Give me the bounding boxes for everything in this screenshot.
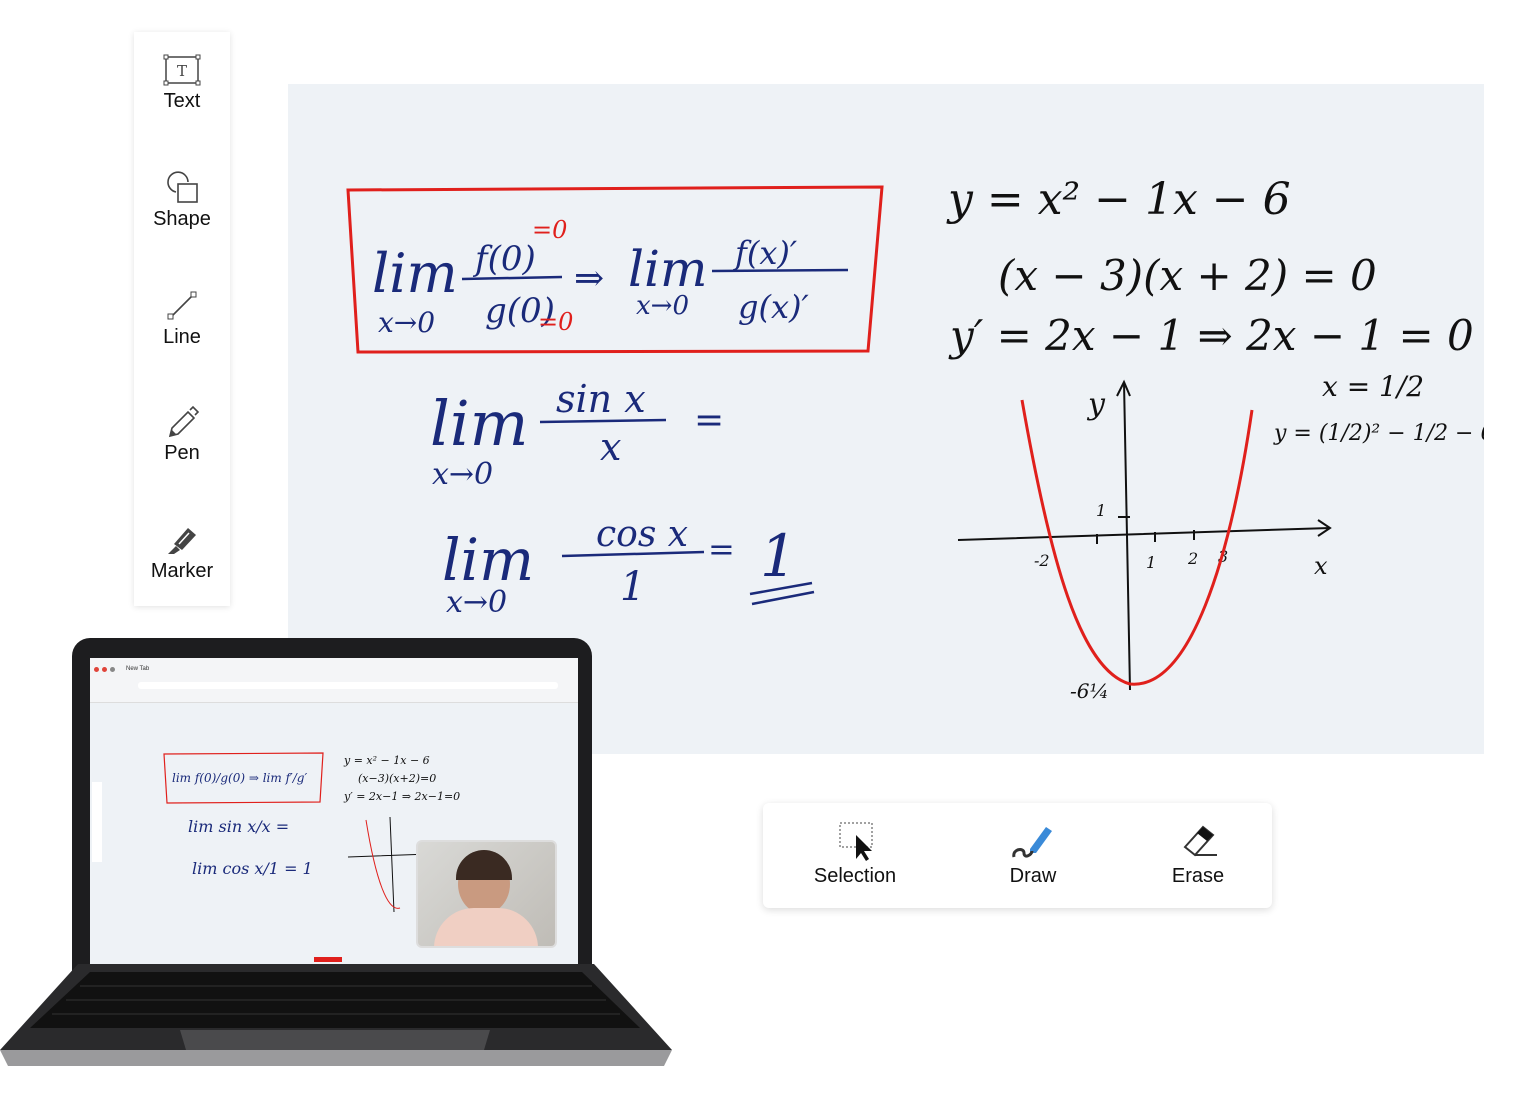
equation: y = x² − 1x − 6 bbox=[946, 174, 1291, 225]
equation: (x − 3)(x + 2) = 0 bbox=[998, 251, 1377, 300]
tool-label: Shape bbox=[153, 208, 211, 230]
numerator: f(0) bbox=[472, 239, 536, 279]
denominator: 1 bbox=[620, 564, 645, 610]
tick-label: 1 bbox=[1146, 553, 1156, 572]
svg-text:y′ = 2x−1 ⇒ 2x−1=0: y′ = 2x−1 ⇒ 2x−1=0 bbox=[343, 790, 460, 803]
tool-selection[interactable]: Selection bbox=[780, 821, 930, 888]
tool-marker[interactable]: Marker bbox=[134, 522, 230, 583]
tool-label: Text bbox=[163, 90, 201, 112]
text-box-icon: T bbox=[163, 54, 201, 86]
svg-text:lim cos x/1 = 1: lim cos x/1 = 1 bbox=[192, 859, 313, 878]
numerator: f(x)′ bbox=[733, 234, 798, 272]
draw-pen-icon bbox=[1012, 827, 1052, 858]
tool-line[interactable]: Line bbox=[134, 288, 230, 349]
browser-tab[interactable]: New Tab bbox=[126, 666, 149, 672]
selection-cursor-icon bbox=[839, 822, 873, 861]
denominator: x bbox=[600, 425, 621, 469]
left-toolbar: T Text Shape Line Pen Marker bbox=[134, 32, 230, 606]
lim-text: lim bbox=[628, 240, 707, 298]
lim-sub: x→0 bbox=[378, 306, 435, 339]
equation: y = (1/2)² − 1/2 − 6 bbox=[1273, 421, 1484, 446]
lim-text: lim bbox=[430, 387, 528, 460]
tool-label: Marker bbox=[150, 560, 214, 582]
annotation: =0 bbox=[538, 308, 573, 336]
lim-sub: x→0 bbox=[446, 585, 507, 620]
result: 1 bbox=[760, 522, 797, 590]
browser-chrome: New Tab bbox=[90, 658, 578, 703]
tool-shape[interactable]: Shape bbox=[134, 170, 230, 231]
bottom-toolbar: Selection Draw Erase bbox=[763, 803, 1272, 908]
tool-label: Selection bbox=[813, 865, 897, 887]
equation: x = 1/2 bbox=[1322, 370, 1424, 403]
tool-erase[interactable]: Erase bbox=[1123, 821, 1273, 888]
axis-label: x bbox=[1314, 552, 1328, 580]
tool-label: Erase bbox=[1171, 865, 1225, 887]
axis-label: y bbox=[1086, 387, 1106, 422]
tick-label: -2 bbox=[1034, 551, 1050, 570]
tick-label: -6¼ bbox=[1070, 679, 1109, 703]
tick-label: 2 bbox=[1187, 549, 1198, 568]
participant-shirt bbox=[434, 908, 538, 946]
implies-arrow: ⇒ bbox=[574, 258, 604, 299]
svg-text:lim f(0)/g(0) ⇒ lim f′/g′: lim f(0)/g(0) ⇒ lim f′/g′ bbox=[172, 771, 307, 785]
svg-text:y = x² − 1x − 6: y = x² − 1x − 6 bbox=[343, 754, 430, 767]
lim-sub: x→0 bbox=[432, 457, 493, 492]
svg-text:(x−3)(x+2)=0: (x−3)(x+2)=0 bbox=[358, 772, 436, 785]
annotation: =0 bbox=[532, 216, 567, 244]
tool-label: Pen bbox=[164, 442, 200, 464]
tool-draw[interactable]: Draw bbox=[958, 821, 1108, 888]
tool-pen[interactable]: Pen bbox=[134, 404, 230, 465]
denominator: g(x)′ bbox=[738, 288, 810, 326]
lim-text: lim bbox=[442, 526, 534, 594]
tool-label: Draw bbox=[1009, 865, 1057, 887]
tool-text[interactable]: T Text bbox=[134, 54, 230, 113]
lim-sub: x→0 bbox=[636, 291, 689, 321]
shape-icon bbox=[167, 171, 198, 203]
equals: = bbox=[694, 400, 724, 441]
numerator: cos x bbox=[596, 514, 688, 555]
lim-text: lim bbox=[372, 242, 458, 305]
equation: y′ = 2x − 1 ⇒ 2x − 1 = 0 bbox=[948, 311, 1474, 360]
numerator: sin x bbox=[556, 377, 646, 421]
address-bar[interactable] bbox=[138, 682, 558, 689]
marker-icon bbox=[168, 528, 196, 554]
eraser-icon bbox=[1183, 825, 1217, 857]
video-call-tile[interactable] bbox=[416, 840, 557, 948]
line-icon bbox=[167, 291, 197, 320]
parabola-curve bbox=[1020, 399, 1254, 686]
equals: = bbox=[708, 530, 735, 568]
tool-label: Line bbox=[163, 326, 201, 348]
svg-text:lim sin x/x =: lim sin x/x = bbox=[188, 817, 289, 836]
pen-icon bbox=[168, 405, 200, 438]
tick-label: 1 bbox=[1096, 501, 1106, 520]
svg-text:T: T bbox=[177, 62, 187, 80]
laptop-keyboard-base bbox=[0, 964, 672, 1066]
